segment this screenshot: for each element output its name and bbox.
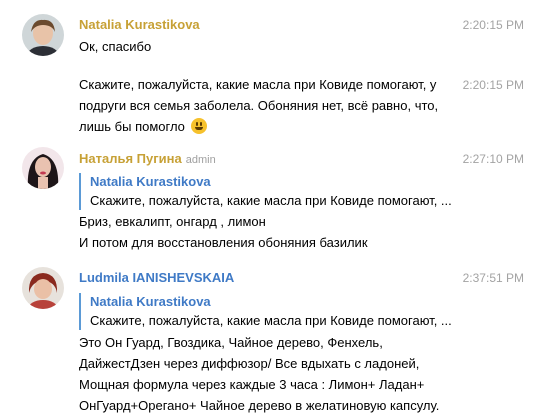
author-name[interactable]: Ludmila IANISHEVSKAIA <box>79 270 234 285</box>
text-line: ДайжестДзен через диффюзор/ Все вдыхать … <box>79 356 420 371</box>
grinning-face-icon <box>190 118 207 134</box>
reply-text: Скажите, пожалуйста, какие масла при Ков… <box>90 193 452 208</box>
avatar-ludmila[interactable] <box>22 267 64 309</box>
message-text: Бриз, евкалипт, онгард , лимон И потом д… <box>79 211 458 253</box>
text-line: лишь бы помогло <box>79 119 185 134</box>
timestamp: 2:37:51 PM <box>462 271 524 285</box>
reply-author: Natalia Kurastikova <box>90 174 211 189</box>
text-line: Это Он Гуард, Гвоздика, Чайное дерево, Ф… <box>79 335 383 350</box>
reply-quote[interactable]: Natalia Kurastikova Скажите, пожалуйста,… <box>79 293 452 330</box>
author-name[interactable]: Наталья Пугина admin <box>79 151 216 166</box>
author-name-text: Наталья Пугина <box>79 151 182 166</box>
reply-author: Natalia Kurastikova <box>90 294 211 309</box>
avatar-natalia[interactable] <box>22 14 64 56</box>
text-line: И потом для восстановления обоняния бази… <box>79 235 368 250</box>
text-line: Ок, спасибо <box>79 39 152 54</box>
message-text: Скажите, пожалуйста, какие масла при Ков… <box>79 74 458 137</box>
text-line: Мощная формула через каждые 3 часа : Лим… <box>79 377 425 392</box>
avatar-photo-pugina <box>22 147 64 189</box>
avatar-photo-natalia <box>22 14 64 56</box>
timestamp: 2:20:15 PM <box>462 78 524 92</box>
admin-badge: admin <box>185 154 216 166</box>
reply-quote[interactable]: Natalia Kurastikova Скажите, пожалуйста,… <box>79 173 452 210</box>
author-name[interactable]: Natalia Kurastikova <box>79 17 200 32</box>
timestamp: 2:20:15 PM <box>462 18 524 32</box>
text-line: Бриз, евкалипт, онгард , лимон <box>79 214 266 229</box>
text-line: Скажите, пожалуйста, какие масла при Ков… <box>79 77 437 92</box>
avatar-natalia-pugina[interactable] <box>22 147 64 189</box>
message-text: Это Он Гуард, Гвоздика, Чайное дерево, Ф… <box>79 332 458 416</box>
reply-text: Скажите, пожалуйста, какие масла при Ков… <box>90 313 452 328</box>
text-line: подруги вся семья заболела. Обоняния нет… <box>79 98 439 113</box>
timestamp: 2:27:10 PM <box>462 152 524 166</box>
message-text: Ок, спасибо <box>79 36 458 57</box>
avatar-photo-ludmila <box>22 267 64 309</box>
text-line-with-emoji: лишь бы помогло <box>79 116 458 137</box>
